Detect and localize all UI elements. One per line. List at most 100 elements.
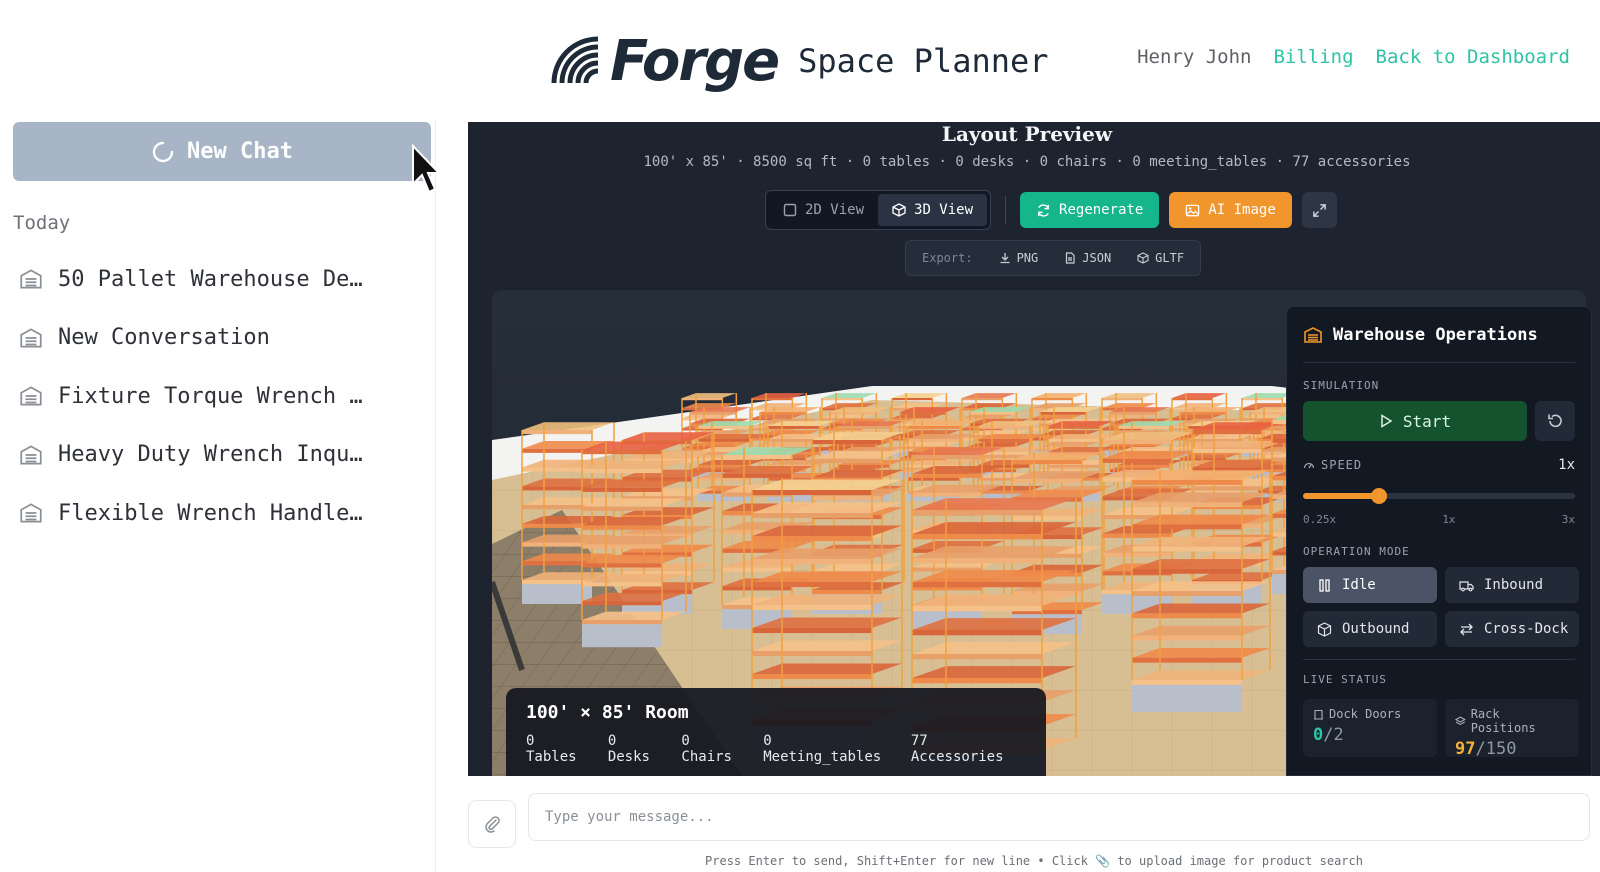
room-desks: 0 Desks xyxy=(607,733,650,765)
rack-positions-value: 97/150 xyxy=(1455,739,1569,759)
preview-title: Layout Preview xyxy=(941,122,1113,146)
warehouse-icon xyxy=(1304,327,1322,343)
regenerate-button[interactable]: Regenerate xyxy=(1020,192,1160,228)
export-json-button[interactable]: JSON xyxy=(1064,251,1111,265)
swap-arrows-icon xyxy=(1460,623,1473,635)
image-icon xyxy=(1186,204,1200,216)
new-chat-button[interactable]: New Chat xyxy=(13,122,431,181)
tick-mid: 1x xyxy=(1442,513,1456,526)
view-3d-button[interactable]: 3D View xyxy=(878,194,988,226)
mode-crossdock-button[interactable]: Cross-Dock xyxy=(1445,611,1579,647)
export-label: Export: xyxy=(922,251,973,265)
room-summary-card: 100' × 85' Room 0 Tables 0 Desks 0 Chair… xyxy=(506,688,1046,776)
door-icon xyxy=(1314,709,1323,720)
mode-inbound-label: Inbound xyxy=(1484,577,1544,593)
chat-item-label: Flexible Wrench Handle… xyxy=(58,500,363,526)
speed-slider-thumb[interactable] xyxy=(1371,488,1388,504)
truck-icon xyxy=(1459,580,1474,591)
fullscreen-button[interactable] xyxy=(1301,192,1337,228)
file-icon xyxy=(1066,252,1075,264)
dock-doors-value: 0/2 xyxy=(1313,725,1427,745)
chat-item[interactable]: 50 Pallet Warehouse De… xyxy=(18,250,418,309)
room-meeting-tables: 0 Meeting_tables xyxy=(763,733,882,765)
mode-idle-button[interactable]: Idle xyxy=(1303,567,1437,603)
paperclip-icon xyxy=(485,816,500,833)
chat-item[interactable]: Heavy Duty Wrench Inqu… xyxy=(18,426,418,485)
play-icon xyxy=(1381,414,1393,428)
regenerate-label: Regenerate xyxy=(1059,202,1144,218)
room-counts: 0 Tables 0 Desks 0 Chairs 0 Meeting_tabl… xyxy=(526,733,1026,765)
top-nav: Henry John Billing Back to Dashboard xyxy=(1137,46,1570,68)
operation-mode-grid: Idle Inbound Outbound Cross-Dock xyxy=(1303,567,1579,647)
reset-simulation-button[interactable] xyxy=(1535,401,1575,441)
chat-item[interactable]: New Conversation xyxy=(18,309,418,368)
layout-preview-panel: Layout Preview 100' x 85' · 8500 sq ft ·… xyxy=(468,122,1600,776)
export-png-button[interactable]: PNG xyxy=(999,251,1038,265)
simulation-label: SIMULATION xyxy=(1303,379,1380,392)
room-title: 100' × 85' Room xyxy=(526,702,689,723)
dock-doors-label: Dock Doors xyxy=(1329,707,1402,721)
chat-item[interactable]: Fixture Torque Wrench … xyxy=(18,367,418,426)
speed-label: SPEED xyxy=(1321,458,1363,472)
view-3d-label: 3D View xyxy=(914,202,974,218)
warehouse-icon xyxy=(20,386,42,406)
room-chairs: 0 Chairs xyxy=(681,733,732,765)
speed-slider[interactable] xyxy=(1303,488,1575,504)
warehouse-icon xyxy=(20,269,42,289)
product-name: Space Planner xyxy=(798,42,1049,80)
warehouse-icon xyxy=(20,328,42,348)
mouse-pointer-icon xyxy=(412,144,440,194)
ai-image-button[interactable]: AI Image xyxy=(1169,192,1292,228)
forge-logo-icon xyxy=(551,36,599,84)
ops-title: Warehouse Operations xyxy=(1333,325,1538,345)
warehouse-operations-panel: Warehouse Operations SIMULATION Start SP… xyxy=(1286,306,1592,776)
chat-item[interactable]: Flexible Wrench Handle… xyxy=(18,484,418,543)
live-status-grid: Dock Doors 0/2 Rack Positions 97/150 xyxy=(1303,699,1579,759)
speed-label-wrap: SPEED xyxy=(1303,458,1362,472)
view-2d-button[interactable]: 2D View xyxy=(769,194,878,226)
loading-spinner-icon xyxy=(152,141,174,162)
speed-slider-fill xyxy=(1303,493,1380,499)
room-tables: 0 Tables xyxy=(526,733,577,765)
export-json-label: JSON xyxy=(1082,251,1112,265)
export-bar: Export: PNG JSON GLTF xyxy=(905,240,1202,276)
speed-row: SPEED 1x xyxy=(1303,457,1575,473)
mode-inbound-button[interactable]: Inbound xyxy=(1445,567,1579,603)
start-simulation-button[interactable]: Start xyxy=(1303,401,1527,441)
section-today: Today xyxy=(13,212,71,234)
reset-icon xyxy=(1548,414,1562,428)
speed-ticks: 0.25x 1x 3x xyxy=(1303,513,1575,526)
rack-positions-card: Rack Positions 97/150 xyxy=(1445,699,1579,759)
chat-sidebar: New Chat Today 50 Pallet Warehouse De… N… xyxy=(0,120,436,872)
ops-header: Warehouse Operations xyxy=(1303,325,1575,363)
attach-button[interactable] xyxy=(468,800,516,848)
preview-stats: 100' x 85' · 8500 sq ft · 0 tables · 0 d… xyxy=(643,154,1411,170)
mode-idle-label: Idle xyxy=(1342,577,1376,593)
new-chat-label: New Chat xyxy=(187,139,293,164)
dock-doors-current: 0 xyxy=(1313,725,1324,745)
view-toggle: 2D View 3D View xyxy=(765,190,992,230)
composer-hint: Press Enter to send, Shift+Enter for new… xyxy=(705,854,1363,868)
expand-icon xyxy=(1312,203,1326,217)
export-gltf-button[interactable]: GLTF xyxy=(1137,251,1184,265)
back-to-dashboard-link[interactable]: Back to Dashboard xyxy=(1376,46,1570,68)
mode-outbound-button[interactable]: Outbound xyxy=(1303,611,1437,647)
brand[interactable]: Forge Space Planner xyxy=(548,26,1049,96)
ai-image-label: AI Image xyxy=(1208,202,1276,218)
app-header: Forge Space Planner Henry John Billing B… xyxy=(0,0,1600,120)
message-input[interactable] xyxy=(528,793,1590,841)
billing-link[interactable]: Billing xyxy=(1273,46,1353,68)
toolbar-divider xyxy=(1005,196,1007,224)
export-gltf-label: GLTF xyxy=(1155,251,1185,265)
rack-positions-label-wrap: Rack Positions xyxy=(1455,707,1569,735)
dock-doors-total: /2 xyxy=(1323,725,1344,745)
mode-outbound-label: Outbound xyxy=(1342,621,1410,637)
live-status-label: LIVE STATUS xyxy=(1303,673,1387,686)
tick-max: 3x xyxy=(1561,513,1575,526)
user-name: Henry John xyxy=(1137,46,1252,68)
rack-positions-label: Rack Positions xyxy=(1470,707,1536,735)
dock-doors-label-wrap: Dock Doors xyxy=(1313,707,1427,721)
preview-toolbar: 2D View 3D View Regenerate AI Image xyxy=(765,190,1337,230)
cube-icon xyxy=(892,203,906,217)
cube-icon xyxy=(1137,252,1149,264)
